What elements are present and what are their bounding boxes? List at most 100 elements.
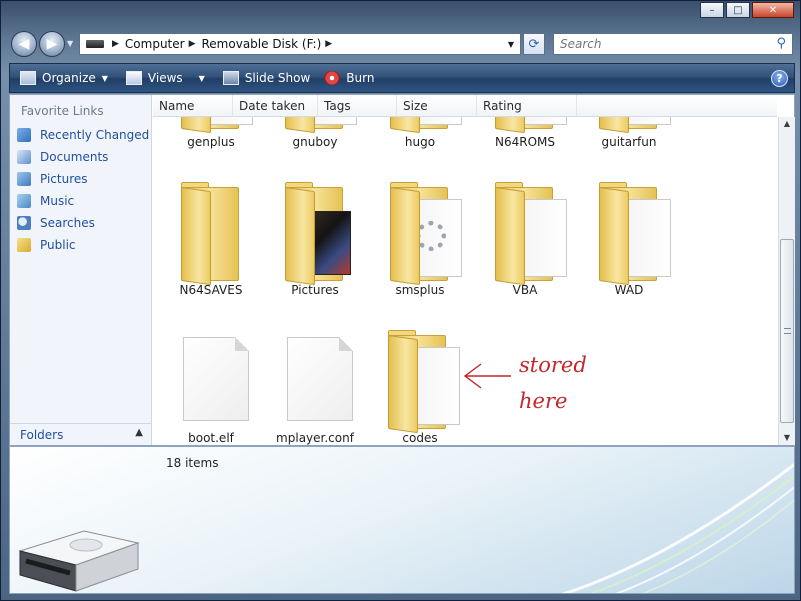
content-area: Favorite Links Recently Changed Document… [9, 94, 795, 446]
minimize-button[interactable]: – [700, 2, 724, 18]
sidebar-item-searches[interactable]: Searches [17, 214, 95, 232]
search-input[interactable] [560, 37, 760, 51]
annotation-line-1: stored [519, 353, 587, 377]
title-bar: – □ ✕ [1, 1, 801, 25]
vertical-scrollbar[interactable]: ▲ ▼ [778, 117, 795, 445]
chevron-right-icon[interactable]: ▶ [325, 39, 332, 49]
item-label: N64SAVES [179, 283, 243, 297]
pictures-icon [17, 172, 31, 186]
slide-show-button[interactable]: Slide Show [222, 64, 311, 92]
chevron-down-icon: ▼ [101, 73, 108, 83]
sidebar-item-label: Searches [40, 216, 95, 230]
column-header-rating[interactable]: Rating [477, 95, 577, 117]
back-arrow-icon: ◀ [18, 36, 30, 52]
item-label: guitarfun [601, 135, 657, 149]
removable-disk-icon [18, 530, 140, 592]
recent-pages-dropdown[interactable]: ▼ [67, 39, 77, 49]
close-button[interactable]: ✕ [752, 2, 794, 18]
sidebar-item-documents[interactable]: Documents [17, 148, 108, 166]
sidebar-item-label: Music [40, 194, 75, 208]
chevron-down-icon: ▼ [507, 39, 515, 49]
command-bar: Organize ▼ Views ▼ Slide Show Burn ? [9, 63, 795, 93]
sidebar-item-label: Recently Changed [40, 128, 150, 142]
column-header-name[interactable]: Name [153, 95, 233, 117]
column-header-date-taken[interactable]: Date taken [233, 95, 318, 117]
views-button[interactable]: Views ▼ [125, 64, 205, 92]
file-list-pane: genplus gnuboy hugo N64ROMS guitarfun N6… [153, 95, 777, 445]
search-icon[interactable]: ⚲ [776, 36, 786, 51]
chevron-right-icon[interactable]: ▶ [189, 39, 196, 49]
organize-icon [20, 71, 36, 85]
window-controls: – □ ✕ [700, 2, 794, 18]
address-dropdown-button[interactable]: ▼ [504, 36, 518, 52]
views-label: Views [147, 71, 183, 85]
annotation-text: stored here [519, 347, 587, 419]
sidebar-item-public[interactable]: Public [17, 236, 76, 254]
sidebar-item-pictures[interactable]: Pictures [17, 170, 88, 188]
slide-show-icon [222, 71, 239, 85]
breadcrumb-removable-disk[interactable]: Removable Disk (F:) [202, 37, 322, 51]
folder-item[interactable]: N64SAVES [161, 182, 261, 301]
folder-item[interactable]: codes [370, 330, 470, 445]
item-label: VBA [512, 283, 538, 297]
item-label: mplayer.conf [276, 431, 354, 445]
file-item[interactable]: boot.elf [161, 331, 261, 445]
item-label: codes [402, 431, 438, 445]
forward-button[interactable]: ▶ [39, 31, 65, 57]
chevron-right-icon[interactable]: ▶ [112, 39, 119, 49]
slide-show-label: Slide Show [244, 71, 311, 85]
chevron-up-icon: ▲ [135, 427, 143, 438]
sidebar-item-music[interactable]: Music [17, 192, 74, 210]
organize-button[interactable]: Organize ▼ [20, 64, 108, 92]
chevron-down-icon: ▼ [67, 39, 74, 48]
sidebar-item-label: Pictures [40, 172, 88, 186]
item-label: boot.elf [188, 431, 234, 445]
folder-item[interactable]: smsplus [370, 182, 470, 301]
sidebar-item-recently-changed[interactable]: Recently Changed [17, 126, 149, 144]
breadcrumb-computer[interactable]: Computer [125, 37, 185, 51]
item-label: N64ROMS [495, 135, 555, 149]
item-label: WAD [614, 283, 644, 297]
item-label: Pictures [291, 283, 339, 297]
views-icon [125, 71, 142, 85]
column-header-tags[interactable]: Tags [318, 95, 397, 117]
file-icon [183, 337, 249, 421]
help-button[interactable]: ? [771, 70, 788, 87]
search-box[interactable]: ⚲ [553, 33, 793, 55]
item-count: 18 items [166, 456, 219, 470]
folder-item[interactable]: Pictures [265, 182, 365, 301]
explorer-window: – □ ✕ ◀ ▶ ▼ ▶ Computer ▶ Removable Disk … [0, 0, 801, 601]
burn-label: Burn [346, 71, 375, 85]
gear-icon [416, 221, 446, 251]
folder-item[interactable]: VBA [475, 182, 575, 301]
item-label: smsplus [395, 283, 445, 297]
file-icon [287, 337, 353, 421]
folder-item[interactable]: WAD [579, 182, 679, 301]
details-pane: 18 items [9, 446, 795, 594]
navigation-bar: ◀ ▶ ▼ ▶ Computer ▶ Removable Disk (F:) ▶… [1, 27, 801, 61]
folders-toggle[interactable]: Folders ▲ [10, 423, 151, 445]
music-icon [17, 194, 31, 208]
back-button[interactable]: ◀ [11, 31, 37, 57]
burn-disc-icon [324, 71, 341, 85]
maximize-button[interactable]: □ [726, 2, 750, 18]
folders-label: Folders [20, 427, 64, 442]
scrollbar-thumb[interactable] [780, 239, 794, 423]
burn-button[interactable]: Burn [324, 64, 374, 92]
organize-label: Organize [42, 71, 96, 85]
file-item[interactable]: mplayer.conf [265, 331, 365, 445]
documents-icon [17, 150, 31, 164]
scroll-up-arrow-icon[interactable]: ▲ [779, 117, 795, 131]
address-bar[interactable]: ▶ Computer ▶ Removable Disk (F:) ▶ ▼ [79, 33, 521, 55]
scroll-down-arrow-icon[interactable]: ▼ [779, 431, 795, 445]
recently-changed-icon [17, 128, 31, 142]
column-headers: Name Date taken Tags Size Rating [153, 95, 777, 117]
item-label: gnuboy [292, 135, 338, 149]
column-header-size[interactable]: Size [397, 95, 477, 117]
refresh-button[interactable]: ⟳ [523, 33, 545, 55]
annotation-line-2: here [519, 389, 568, 413]
sidebar-item-label: Public [40, 238, 76, 252]
favorite-links-title: Favorite Links [21, 104, 104, 118]
public-icon [17, 238, 31, 252]
left-arrow-annotation [463, 363, 511, 389]
